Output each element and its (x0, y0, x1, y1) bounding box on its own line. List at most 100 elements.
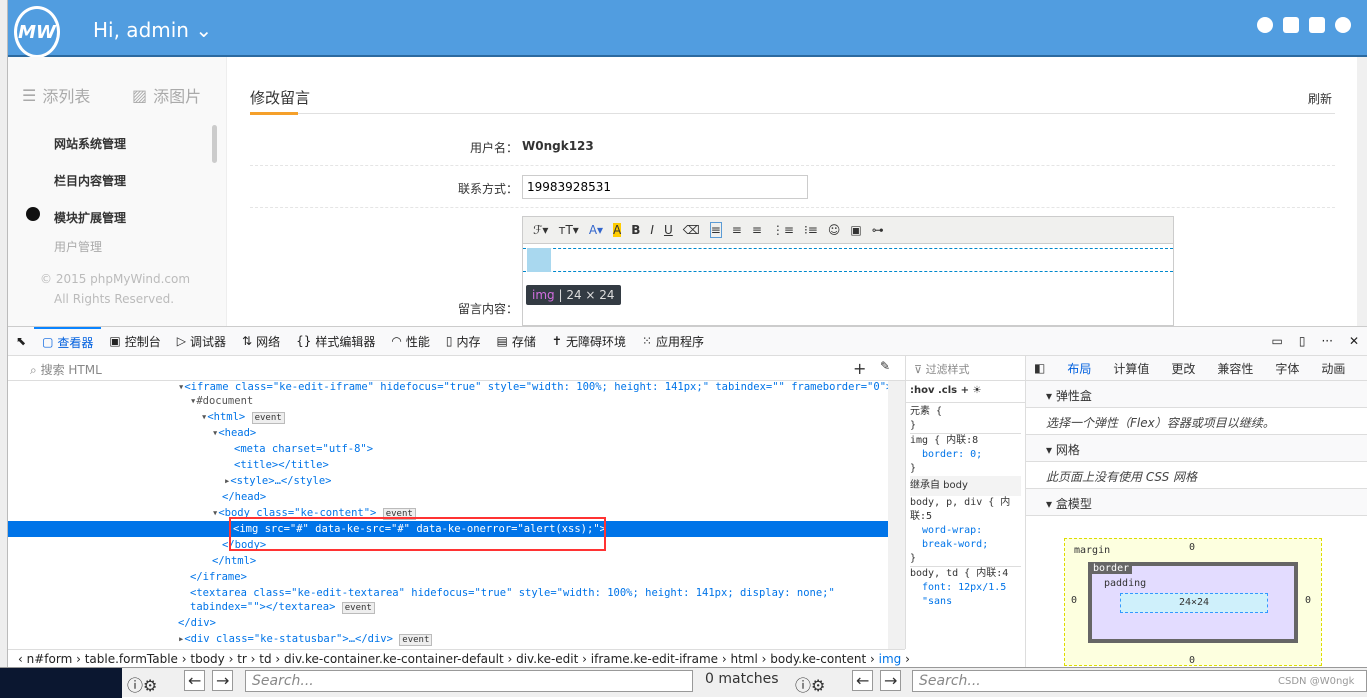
tab-image[interactable]: ▨ 添图片 (132, 83, 201, 107)
next-icon[interactable]: → (880, 670, 902, 691)
find-input[interactable]: Search... (245, 670, 693, 692)
tab-fonts[interactable]: 字体 (1275, 360, 1299, 377)
tree-scrollbar[interactable] (888, 381, 905, 649)
refresh-link[interactable]: 刷新 (1308, 90, 1332, 107)
next-icon[interactable]: → (212, 670, 234, 691)
tree-node[interactable]: <title></title> (234, 457, 888, 473)
event-badge[interactable]: event (251, 412, 285, 424)
tab-list[interactable]: ☰ 添列表 (22, 83, 90, 107)
tree-node[interactable]: </head> (222, 489, 888, 505)
broken-image-icon[interactable] (527, 248, 551, 272)
previous-icon[interactable]: ← (184, 670, 206, 691)
sidebar-item-column[interactable]: 栏目内容管理 (54, 172, 126, 189)
user-menu[interactable]: Hi, admin ⌄ (93, 18, 212, 42)
tab-changes[interactable]: 更改 (1171, 360, 1195, 377)
close-icon[interactable]: ✕ (1341, 327, 1367, 356)
breadcrumb-item[interactable]: td (259, 652, 271, 666)
tab-memory[interactable]: ▯ 内存 (438, 327, 489, 356)
italic-icon[interactable]: I (650, 223, 654, 237)
insert-image-icon[interactable]: ▣ (850, 223, 861, 237)
event-badge[interactable]: event (399, 634, 433, 646)
tree-node[interactable]: ▸<style>…</style> (224, 473, 888, 489)
message-icon[interactable] (1257, 17, 1273, 33)
font-size-icon[interactable]: тT▾ (558, 223, 578, 237)
bold-icon[interactable]: B (631, 223, 640, 237)
rule-line[interactable]: word-wrap: break-word; (910, 524, 1021, 552)
tab-debugger[interactable]: ▷ 调试器 (169, 327, 234, 356)
flexbox-section[interactable]: ▾ 弹性盒 (1026, 381, 1367, 408)
rule-line[interactable]: border: 0; (910, 448, 1021, 462)
hov-toggle[interactable]: :hov (910, 385, 935, 396)
help-icon[interactable]: ⓘ⚙ (127, 672, 157, 696)
element-picker-icon[interactable]: ⬉ (8, 327, 34, 356)
eyedropper-icon[interactable]: ✎ (880, 359, 890, 373)
tab-compatibility[interactable]: 兼容性 (1217, 360, 1253, 377)
add-rule-icon[interactable]: + (961, 385, 969, 396)
tab-accessibility[interactable]: ✝ 无障碍环境 (544, 327, 634, 356)
tab-animations[interactable]: 动画 (1321, 360, 1345, 377)
help-icon[interactable] (1335, 17, 1351, 33)
event-badge[interactable]: event (341, 602, 375, 614)
breadcrumb-item[interactable]: table.formTable (85, 652, 178, 666)
tab-performance[interactable]: ◠ 性能 (383, 327, 438, 356)
breadcrumb-item[interactable]: n#form (27, 652, 73, 666)
box-model-section[interactable]: ▾ 盒模型 (1026, 489, 1367, 516)
tree-node[interactable]: ▾#document (190, 393, 888, 409)
tree-node[interactable]: </div> (178, 615, 888, 631)
sidebar-item-site[interactable]: 网站系统管理 (54, 135, 126, 152)
breadcrumb-item[interactable]: html (730, 652, 757, 666)
tab-console[interactable]: ▣ 控制台 (101, 327, 168, 356)
breadcrumb-item[interactable]: tr (237, 652, 247, 666)
font-color-icon[interactable]: A▾ (589, 223, 603, 237)
sidebar-subitem-users[interactable]: 用户管理 (54, 238, 102, 255)
grid-icon[interactable] (1309, 17, 1325, 33)
dock-icon[interactable]: ▭ (1264, 327, 1291, 356)
breadcrumb-item[interactable]: img (879, 652, 902, 666)
eraser-icon[interactable]: ⌫ (683, 223, 700, 237)
add-node-icon[interactable]: + (853, 359, 866, 378)
align-center-icon[interactable]: ≡ (732, 223, 742, 237)
tab-application[interactable]: ⁙ 应用程序 (634, 327, 712, 356)
tab-layout[interactable]: 布局 (1067, 360, 1091, 377)
tree-node[interactable]: ▸<div class="ke-statusbar">…</div> event (178, 631, 888, 647)
cls-toggle[interactable]: .cls (938, 385, 957, 396)
align-left-icon[interactable]: ≡ (709, 222, 722, 238)
previous-icon[interactable]: ← (852, 670, 874, 691)
tree-node[interactable]: <meta charset="utf-8"> (234, 441, 888, 457)
scroll-right-icon[interactable]: › (905, 652, 910, 666)
sidebar-item-module[interactable]: 模块扩展管理 (54, 209, 126, 226)
breadcrumb-item[interactable]: tbody (190, 652, 224, 666)
responsive-icon[interactable]: ▯ (1291, 327, 1314, 356)
emoticon-icon[interactable]: ☺ (828, 223, 841, 237)
grid-section[interactable]: ▾ 网格 (1026, 435, 1367, 462)
tree-node[interactable]: ▾<head> (212, 425, 888, 441)
html-search[interactable]: ⌕ 搜索 HTML + ✎ (8, 356, 905, 381)
scroll-left-icon[interactable]: ‹ (18, 652, 23, 666)
contact-input[interactable] (522, 175, 808, 199)
tree-node[interactable]: tabindex=""></textarea> event (190, 599, 888, 615)
sidebar-scrollbar[interactable] (212, 125, 217, 163)
tree-node[interactable]: </iframe> (190, 569, 888, 585)
page-scrollbar[interactable] (1357, 57, 1367, 326)
breadcrumb-item[interactable]: iframe.ke-edit-iframe (591, 652, 718, 666)
font-family-icon[interactable]: ℱ▾ (533, 223, 548, 237)
toggle-pane-icon[interactable]: ◧ (1034, 361, 1045, 375)
breadcrumb-item[interactable]: body.ke-content (770, 652, 866, 666)
tab-computed[interactable]: 计算值 (1113, 360, 1149, 377)
tab-inspector[interactable]: ▢ 查看器 (34, 326, 102, 356)
tree-node[interactable]: </html> (212, 553, 888, 569)
underline-icon[interactable]: U (664, 223, 673, 237)
rule-line[interactable]: font: 12px/1.5 "sans (910, 581, 1021, 609)
breadcrumb-item[interactable]: div.ke-container.ke-container-default (284, 652, 504, 666)
unordered-list-icon[interactable]: ⁝≡ (804, 223, 818, 237)
highlight-icon[interactable]: A (613, 223, 622, 237)
tab-storage[interactable]: ▤ 存储 (489, 327, 544, 356)
link-icon[interactable]: ⊶ (872, 223, 884, 237)
help-icon[interactable]: ⓘ⚙ (795, 672, 825, 696)
light-theme-icon[interactable]: ☀ (972, 385, 981, 396)
breadcrumb-item[interactable]: div.ke-edit (516, 652, 578, 666)
rich-text-editor[interactable]: ℱ▾ тT▾ A▾ A BIU ⌫ ≡ ≡ ≡ ⋮≡ ⁝≡ ☺ ▣ ⊶ (522, 216, 1174, 326)
tab-style-editor[interactable]: {} 样式编辑器 (288, 327, 383, 356)
filter-styles[interactable]: ⊽ 过滤样式 (906, 356, 1025, 381)
ordered-list-icon[interactable]: ⋮≡ (772, 223, 794, 237)
